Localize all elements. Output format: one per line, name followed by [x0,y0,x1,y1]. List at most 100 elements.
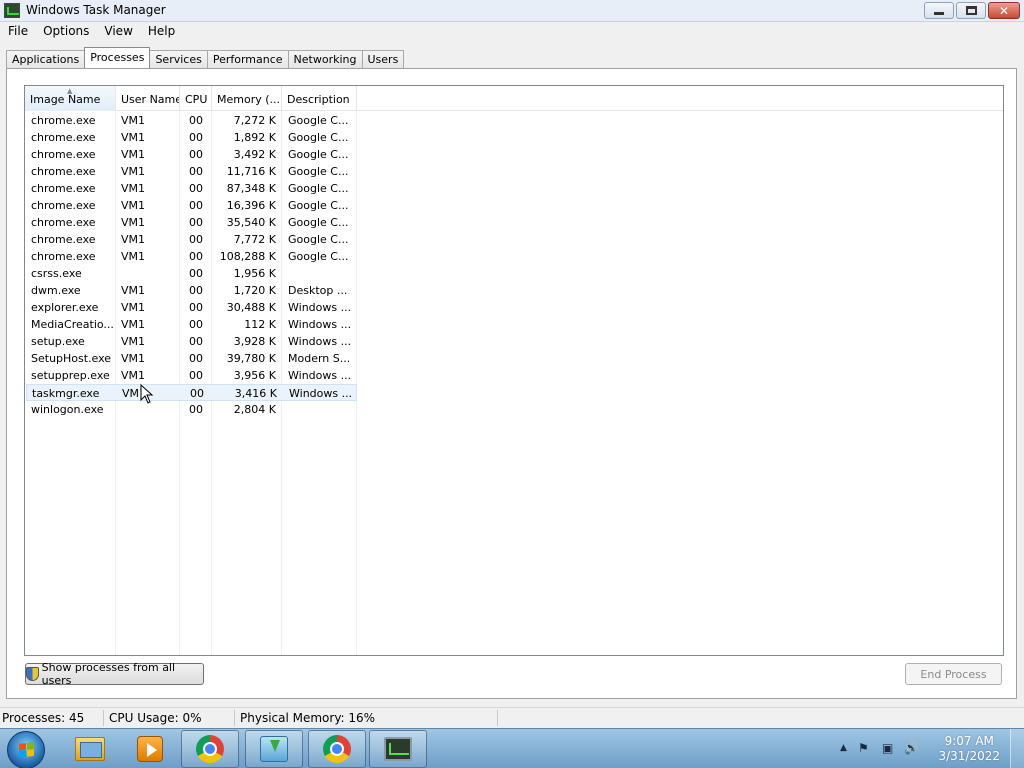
column-description[interactable]: Description [282,86,357,111]
restore-button[interactable] [956,2,986,19]
menu-help[interactable]: Help [140,22,182,42]
list-header: ▲ Image Name User Name CPU Memory (... D… [25,86,1003,111]
process-user: VM1 [121,335,146,348]
process-memory: 39,780 K [226,352,276,365]
taskbar-setup[interactable] [245,730,303,768]
process-memory: 112 K [244,318,276,331]
process-cpu: 00 [189,199,203,212]
process-memory: 7,772 K [233,233,276,246]
task-manager-icon [4,3,20,18]
network-icon[interactable]: ▣ [882,741,893,755]
process-user: VM1 [121,165,146,178]
process-name: chrome.exe [31,250,96,263]
process-cpu: 00 [189,114,203,127]
taskbar-chrome-2[interactable] [308,730,366,768]
window-controls: ✕ [924,2,1020,19]
close-button[interactable]: ✕ [988,2,1020,19]
table-row[interactable]: chrome.exe VM1 00 108,288 K Google C... [26,248,357,265]
process-description: Desktop ... [288,284,348,297]
volume-icon[interactable]: 🔊 [904,741,919,755]
process-memory: 1,720 K [233,284,276,297]
minimize-icon [934,12,944,15]
chrome-icon [196,735,224,763]
process-cpu: 00 [189,131,203,144]
restore-icon [965,6,977,15]
tab-services[interactable]: Services [149,50,208,69]
tab-strip: Applications Processes Services Performa… [6,47,405,69]
process-name: chrome.exe [31,165,96,178]
table-row[interactable]: chrome.exe VM1 00 35,540 K Google C... [26,214,357,231]
process-name: explorer.exe [31,301,99,314]
process-memory: 2,804 K [233,403,276,416]
process-memory: 3,928 K [233,335,276,348]
process-cpu: 00 [189,250,203,263]
column-image-name[interactable]: ▲ Image Name [25,86,116,111]
process-memory: 1,956 K [233,267,276,280]
process-name: dwm.exe [31,284,81,297]
table-row[interactable]: chrome.exe VM1 00 3,492 K Google C... [26,146,357,163]
menu-options[interactable]: Options [35,22,96,42]
windows-logo-icon [19,742,34,758]
process-cpu: 00 [189,182,203,195]
menu-file[interactable]: File [0,22,35,42]
process-memory: 3,492 K [233,148,276,161]
process-cpu: 00 [189,403,203,416]
table-row[interactable]: explorer.exe VM1 00 30,488 K Windows ... [26,299,357,316]
clock[interactable]: 9:07 AM 3/31/2022 [938,734,1000,764]
process-description: Google C... [288,114,349,127]
process-name: taskmgr.exe [32,387,100,400]
table-row[interactable]: setupprep.exe VM1 00 3,956 K Windows ... [26,367,357,384]
table-row[interactable]: chrome.exe VM1 00 16,396 K Google C... [26,197,357,214]
table-row[interactable]: csrss.exe 00 1,956 K [26,265,357,282]
table-row[interactable]: chrome.exe VM1 00 87,348 K Google C... [26,180,357,197]
action-center-icon[interactable]: ⚑ [858,741,869,755]
process-memory: 16,396 K [226,199,276,212]
process-cpu: 00 [189,318,203,331]
column-user-name[interactable]: User Name [116,86,180,111]
process-user: VM1 [121,369,146,382]
taskbar-chrome[interactable] [181,730,239,768]
process-user: VM1 [121,250,146,263]
end-process-button[interactable]: End Process [905,663,1002,685]
process-user: VM1 [121,148,146,161]
process-name: chrome.exe [31,131,96,144]
column-cpu[interactable]: CPU [180,86,212,111]
tab-applications[interactable]: Applications [6,50,86,69]
process-description: Windows ... [288,318,352,331]
tab-networking[interactable]: Networking [287,50,363,69]
status-cpu: CPU Usage: 0% [109,711,202,725]
start-button[interactable] [7,731,45,768]
table-row[interactable]: chrome.exe VM1 00 1,892 K Google C... [26,129,357,146]
taskbar-explorer[interactable] [61,730,119,768]
menu-bar: File Options View Help [0,22,1024,42]
status-processes: Processes: 45 [2,711,85,725]
menu-view[interactable]: View [96,22,139,42]
minimize-button[interactable] [924,2,954,19]
process-list[interactable]: ▲ Image Name User Name CPU Memory (... D… [24,85,1004,656]
table-row[interactable]: chrome.exe VM1 00 7,772 K Google C... [26,231,357,248]
table-row[interactable]: setup.exe VM1 00 3,928 K Windows ... [26,333,357,350]
show-desktop-button[interactable] [1010,729,1024,768]
table-row[interactable]: SetupHost.exe VM1 00 39,780 K Modern S... [26,350,357,367]
column-memory[interactable]: Memory (... [212,86,282,111]
process-memory: 11,716 K [226,165,276,178]
table-row[interactable]: chrome.exe VM1 00 7,272 K Google C... [26,112,357,129]
table-row[interactable]: dwm.exe VM1 00 1,720 K Desktop ... [26,282,357,299]
tab-processes[interactable]: Processes [84,47,151,68]
tab-users[interactable]: Users [361,50,405,69]
process-cpu: 00 [189,352,203,365]
process-description: Windows ... [288,369,352,382]
show-all-users-button[interactable]: Show processes from all users [25,661,204,687]
taskbar-task-manager[interactable] [369,730,427,768]
process-cpu: 00 [190,387,204,400]
sort-ascending-icon: ▲ [67,87,73,95]
tab-performance[interactable]: Performance [206,50,289,69]
table-row[interactable]: chrome.exe VM1 00 11,716 K Google C... [26,163,357,180]
task-manager-icon [384,737,412,761]
table-row[interactable]: MediaCreatio... VM1 00 112 K Windows ... [26,316,357,333]
column-label: Memory (... [217,93,281,106]
show-hidden-icons-icon[interactable]: ▲ [840,743,847,753]
table-row[interactable]: taskmgr.exe VM1 00 3,416 K Windows ... [26,384,357,401]
taskbar-media-player[interactable] [121,730,179,768]
table-row[interactable]: winlogon.exe 00 2,804 K [26,401,357,418]
